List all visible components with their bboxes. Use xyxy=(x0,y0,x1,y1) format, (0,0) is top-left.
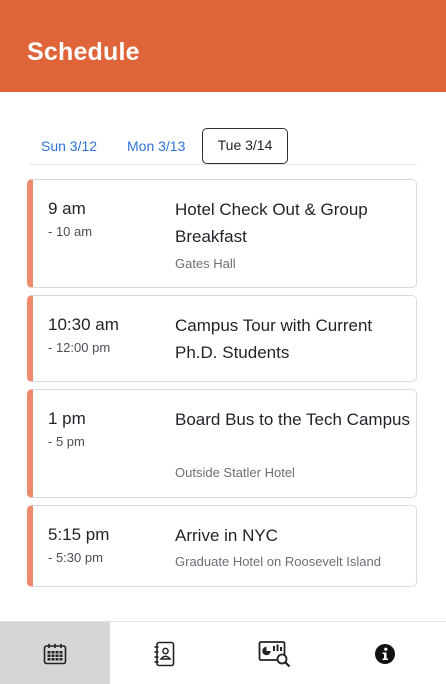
event-start-time: 5:15 pm xyxy=(48,525,110,544)
event-card[interactable]: 10:30 am - 12:00 pm Campus Tour with Cur… xyxy=(27,295,417,382)
event-end-time: - 10 am xyxy=(48,224,93,239)
event-start-time: 10:30 am xyxy=(48,315,119,334)
info-icon xyxy=(375,643,395,664)
event-card[interactable]: 1 pm - 5 pm Board Bus to the Tech Campus… xyxy=(27,389,417,498)
tab-tue[interactable]: Tue 3/14 xyxy=(202,128,288,164)
app-header: Schedule xyxy=(0,0,446,92)
event-end-time: - 5:30 pm xyxy=(48,550,103,565)
event-title: Hotel Check Out & Group Breakfast xyxy=(175,200,368,246)
event-card[interactable]: 9 am - 10 am Hotel Check Out & Group Bre… xyxy=(27,179,417,288)
event-location: Gates Hall xyxy=(175,256,236,271)
page-title: Schedule xyxy=(27,38,140,66)
event-title: Board Bus to the Tech Campus xyxy=(175,410,410,429)
event-end-time: - 12:00 pm xyxy=(48,340,111,355)
event-title: Campus Tour with Current Ph.D. Students xyxy=(175,316,373,362)
calendar-icon xyxy=(43,643,67,664)
event-location: Outside Statler Hotel xyxy=(175,465,295,480)
event-start-time: 1 pm xyxy=(48,409,86,428)
event-title: Arrive in NYC xyxy=(175,526,278,545)
tab-mon[interactable]: Mon 3/13 xyxy=(127,128,185,164)
nav-contacts[interactable] xyxy=(110,622,220,684)
chart-search-icon xyxy=(258,640,291,667)
nav-insights[interactable] xyxy=(220,622,330,684)
bottom-nav xyxy=(0,621,446,684)
day-tabs: Sun 3/12 Mon 3/13 Tue 3/14 xyxy=(29,128,417,165)
contacts-book-icon xyxy=(154,641,175,666)
event-start-time: 9 am xyxy=(48,199,86,218)
nav-schedule[interactable] xyxy=(0,622,110,684)
event-location: Graduate Hotel on Roosevelt Island xyxy=(175,554,381,569)
event-end-time: - 5 pm xyxy=(48,434,85,449)
tab-sun[interactable]: Sun 3/12 xyxy=(41,128,97,164)
nav-info[interactable] xyxy=(330,622,440,684)
event-card[interactable]: 5:15 pm - 5:30 pm Arrive in NYC Graduate… xyxy=(27,505,417,587)
